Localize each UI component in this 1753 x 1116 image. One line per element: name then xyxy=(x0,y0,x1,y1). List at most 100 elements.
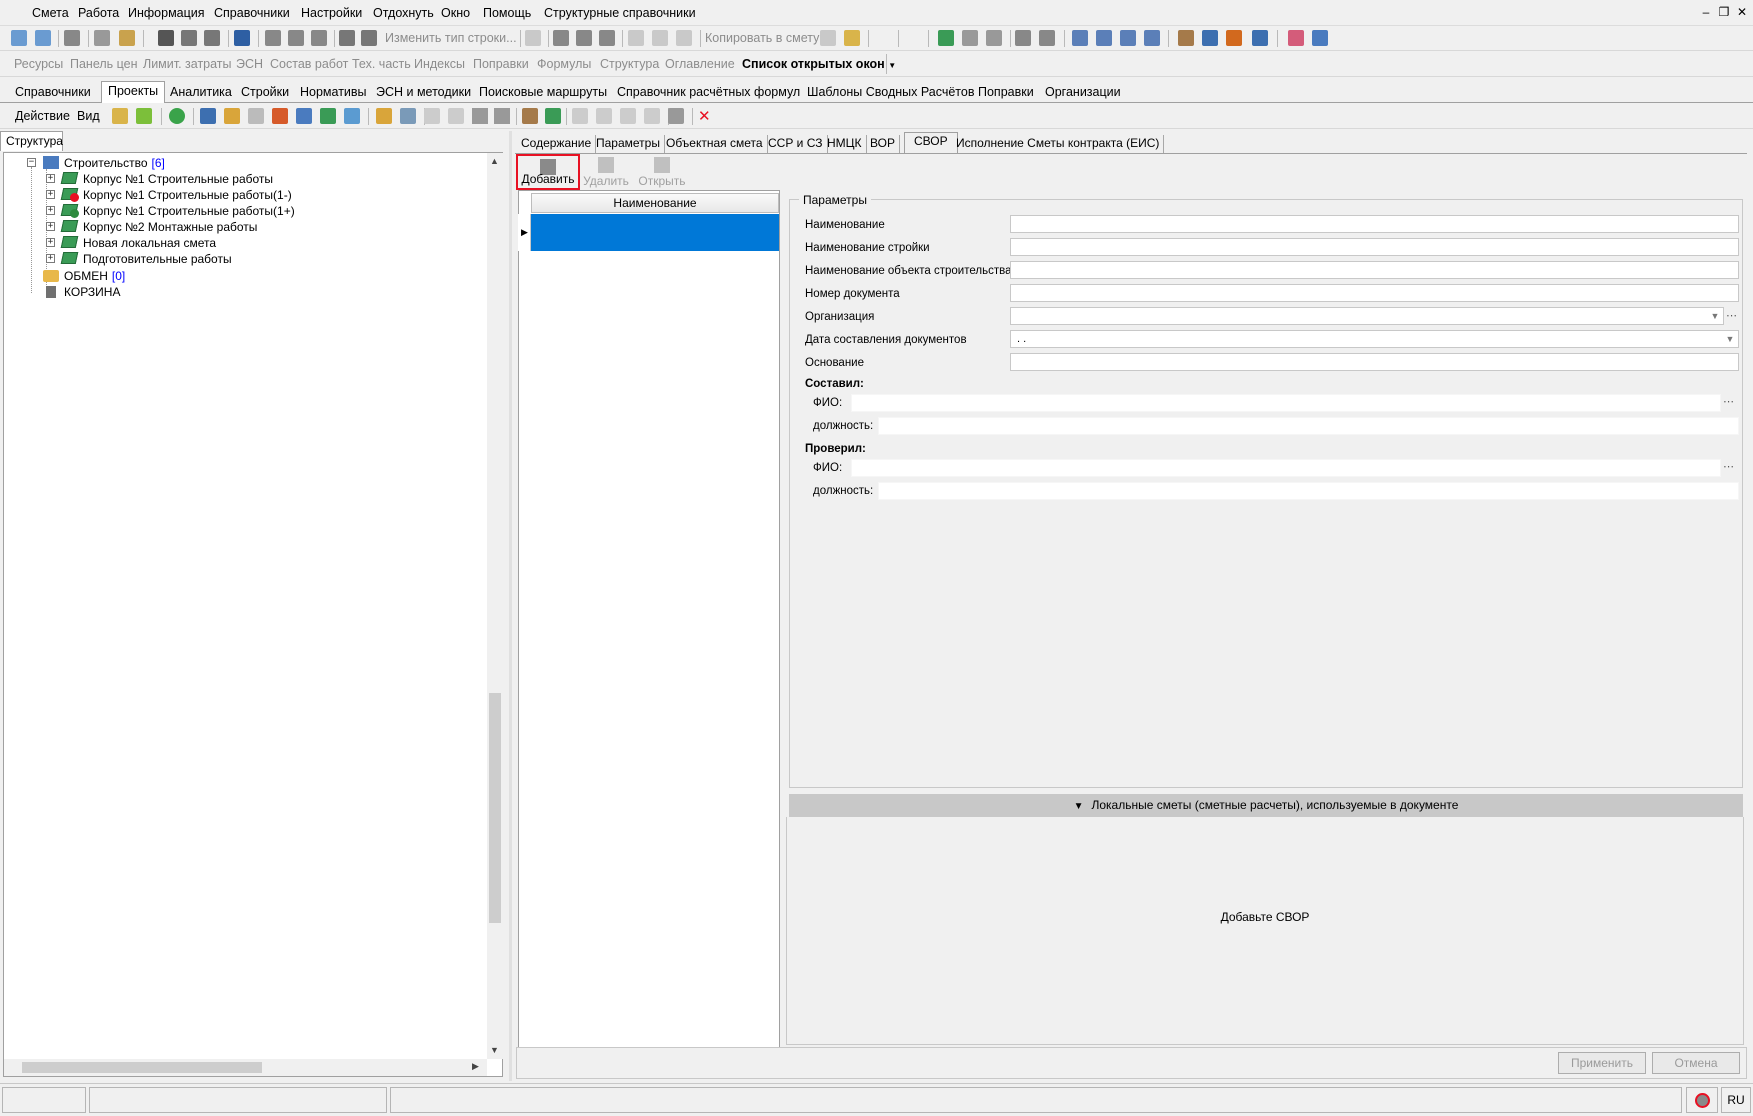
document-icon[interactable] xyxy=(248,108,264,124)
fz-icon[interactable] xyxy=(644,108,660,124)
tab-ssr-sz[interactable]: ССР и СЗ xyxy=(764,135,828,153)
scroll-thumb[interactable] xyxy=(489,693,501,923)
close-window-icon[interactable]: ✕ xyxy=(1733,4,1751,21)
tab-soderzhanie[interactable]: Содержание xyxy=(517,135,597,153)
network-icon[interactable] xyxy=(522,108,538,124)
scissors-icon[interactable] xyxy=(628,30,644,46)
refresh-icon[interactable] xyxy=(181,30,197,46)
tree-add-icon[interactable] xyxy=(11,30,27,46)
construction-name-field[interactable] xyxy=(1010,238,1739,256)
mb-icon[interactable] xyxy=(596,108,612,124)
scroll-right-icon[interactable]: ▶ xyxy=(472,1061,479,1072)
truck2-icon[interactable] xyxy=(361,30,377,46)
book-edit-icon[interactable] xyxy=(344,108,360,124)
network-off-icon[interactable] xyxy=(1695,1093,1710,1108)
chevron-down-icon[interactable]: ▼ xyxy=(1723,332,1737,346)
folder-icon[interactable] xyxy=(844,30,860,46)
pr-icon[interactable] xyxy=(986,30,1002,46)
add-button[interactable]: Добавить xyxy=(516,154,580,190)
material-icon[interactable] xyxy=(1226,30,1242,46)
car-icon[interactable] xyxy=(1252,30,1268,46)
truck-icon[interactable] xyxy=(339,30,355,46)
local-smeta-toggle[interactable]: ▼ Локальные сметы (сметные расчеты), испо… xyxy=(789,794,1743,817)
insert-row-icon[interactable] xyxy=(599,30,615,46)
tb-struktura[interactable]: Структура xyxy=(600,57,659,71)
tb-formuly[interactable]: Формулы xyxy=(537,57,591,71)
outdent2-icon[interactable] xyxy=(1144,30,1160,46)
row-insert-icon[interactable] xyxy=(265,30,281,46)
tab-vor[interactable]: ВОР xyxy=(866,135,900,153)
table-green-icon[interactable] xyxy=(545,108,561,124)
column-header-name[interactable]: Наименование xyxy=(531,193,779,213)
splitter[interactable] xyxy=(509,131,512,1081)
doc-number-field[interactable] xyxy=(1010,284,1739,302)
tab-organizatsii[interactable]: Организации xyxy=(1044,83,1122,103)
copy-to-smeta-icon[interactable] xyxy=(820,30,836,46)
tab-poiskovye-marshruty[interactable]: Поисковые маршруты xyxy=(478,83,608,103)
action-menu[interactable]: Действие xyxy=(15,109,70,123)
paste-icon[interactable] xyxy=(676,30,692,46)
tab-esn-metodiki[interactable]: ЭСН и методики xyxy=(375,83,472,103)
expand-icon[interactable]: + xyxy=(46,190,55,199)
tree-item[interactable]: Корпус №1 Строительные работы(1+) xyxy=(83,204,295,218)
indent-icon[interactable] xyxy=(1072,30,1088,46)
language-indicator[interactable]: RU xyxy=(1721,1087,1751,1113)
undo-icon[interactable] xyxy=(204,30,220,46)
move-icon[interactable] xyxy=(376,108,392,124)
tree-item[interactable]: Новая локальная смета xyxy=(83,236,216,250)
stack-blue-icon[interactable] xyxy=(1312,30,1328,46)
copy-row-icon[interactable] xyxy=(553,30,569,46)
tab-analitika[interactable]: Аналитика xyxy=(169,83,233,103)
tree-item[interactable]: Корпус №1 Строительные работы(1-) xyxy=(83,188,292,202)
tab-proekty[interactable]: Проекты xyxy=(101,81,166,103)
tab-ispolnenie-smety[interactable]: Исполнение Сметы контракта (ЕИС) xyxy=(952,135,1165,153)
price-icon[interactable] xyxy=(962,30,978,46)
tb-tekh-chast[interactable]: Тех. часть xyxy=(352,57,411,71)
copy-to-smeta-button[interactable]: Копировать в смету xyxy=(705,31,819,45)
tb-panel-tsen[interactable]: Панель цен xyxy=(70,57,138,71)
tab-spravochniki[interactable]: Справочники xyxy=(14,83,92,103)
composed-position-field[interactable] xyxy=(878,417,1739,435)
pr-doc-icon[interactable] xyxy=(448,108,464,124)
menu-okno[interactable]: Окно xyxy=(441,6,470,20)
refresh-green-icon[interactable] xyxy=(169,108,185,124)
tree-trash[interactable]: КОРЗИНА xyxy=(64,285,120,299)
tb-indeksy[interactable]: Индексы xyxy=(414,57,465,71)
tab-normativy[interactable]: Нормативы xyxy=(299,83,368,103)
minimize-icon[interactable]: – xyxy=(1697,4,1715,21)
checked-fio-field[interactable] xyxy=(851,459,1721,477)
menu-informatsiya[interactable]: Информация xyxy=(128,6,205,20)
book-green-icon[interactable] xyxy=(938,30,954,46)
percent-icon[interactable] xyxy=(572,108,588,124)
tree-item[interactable]: Корпус №1 Строительные работы xyxy=(83,172,273,186)
search-icon[interactable] xyxy=(119,30,135,46)
name-field[interactable] xyxy=(1010,215,1739,233)
apply-button[interactable]: Применить xyxy=(1558,1052,1646,1074)
menu-rabota[interactable]: Работа xyxy=(78,6,119,20)
move2-icon[interactable] xyxy=(400,108,416,124)
menu-nastroyki[interactable]: Настройки xyxy=(301,6,362,20)
tree-item[interactable]: Подготовительные работы xyxy=(83,252,232,266)
expand-icon[interactable]: + xyxy=(46,238,55,247)
expand-icon[interactable]: + xyxy=(46,222,55,231)
tree-horizontal-scrollbar[interactable]: ▶ xyxy=(4,1059,487,1076)
organization-select[interactable]: ▼ xyxy=(1010,307,1724,325)
cancel-button[interactable]: Отмена xyxy=(1652,1052,1740,1074)
menu-spravochniki[interactable]: Справочники xyxy=(214,6,290,20)
new-folder-icon[interactable] xyxy=(112,108,128,124)
restore-icon[interactable]: ❐ xyxy=(1715,4,1733,21)
open-button[interactable]: Открыть xyxy=(636,154,688,190)
rp-icon[interactable] xyxy=(620,108,636,124)
copy-icon[interactable] xyxy=(652,30,668,46)
change-row-type-button[interactable]: Изменить тип строки... xyxy=(385,31,517,45)
cut-row-icon[interactable] xyxy=(525,30,541,46)
tb-esn[interactable]: ЭСН xyxy=(236,57,263,71)
menu-otdokhnut[interactable]: Отдохнуть xyxy=(373,6,434,20)
structure-tab[interactable]: Структура xyxy=(0,131,63,151)
indent2-icon[interactable] xyxy=(1096,30,1112,46)
tab-nmtsk[interactable]: НМЦК xyxy=(823,135,867,153)
calculator-icon[interactable] xyxy=(94,30,110,46)
menu-struct-spravochniki[interactable]: Структурные справочники xyxy=(544,6,696,20)
scroll-up-icon[interactable]: ▲ xyxy=(490,156,499,166)
delete-red-icon[interactable]: ✕ xyxy=(698,107,711,125)
